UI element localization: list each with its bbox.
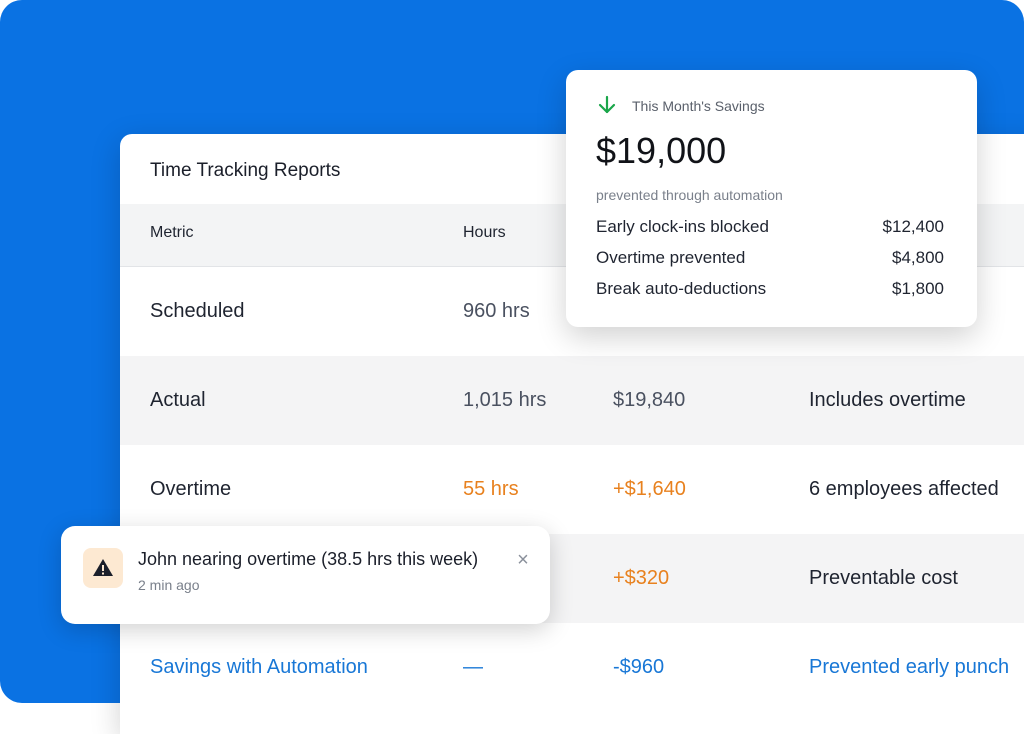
savings-amount: $19,000 bbox=[596, 130, 727, 171]
savings-item-label: Early clock-ins blocked bbox=[596, 217, 769, 236]
row-cost: $19,840 bbox=[613, 389, 686, 411]
savings-breakdown-item: Overtime prevented $4,800 bbox=[596, 248, 944, 268]
row-hours: 1,015 hrs bbox=[463, 389, 547, 411]
row-cost: +$1,640 bbox=[613, 478, 686, 500]
savings-label: This Month's Savings bbox=[632, 98, 765, 114]
savings-item-value: $1,800 bbox=[892, 279, 944, 298]
arrow-down-icon bbox=[598, 95, 616, 114]
row-cost: +$320 bbox=[613, 567, 670, 589]
row-cost: -$960 bbox=[613, 656, 665, 678]
report-title: Time Tracking Reports bbox=[150, 160, 341, 181]
row-hours: — bbox=[463, 656, 483, 678]
close-icon[interactable]: × bbox=[513, 550, 533, 570]
monthly-savings-card: This Month's Savings $19,000 prevented t… bbox=[566, 70, 977, 327]
toast-message: John nearing overtime (38.5 hrs this wee… bbox=[138, 549, 479, 569]
warning-icon bbox=[93, 559, 113, 576]
row-metric: Overtime bbox=[150, 478, 232, 500]
column-header-metric: Metric bbox=[150, 224, 194, 241]
warning-icon-badge bbox=[83, 548, 123, 588]
savings-item-value: $12,400 bbox=[882, 217, 944, 236]
table-row: Actual 1,015 hrs $19,840 Includes overti… bbox=[120, 356, 1024, 445]
row-metric: Actual bbox=[150, 389, 206, 411]
savings-item-value: $4,800 bbox=[892, 248, 944, 267]
savings-item-label: Break auto-deductions bbox=[596, 279, 767, 298]
row-note: 6 employees affected bbox=[809, 478, 999, 500]
savings-breakdown-item: Early clock-ins blocked $12,400 bbox=[596, 217, 944, 237]
row-metric: Scheduled bbox=[150, 300, 245, 322]
row-note: Prevented early punch bbox=[809, 656, 1010, 678]
overtime-alert-toast[interactable]: John nearing overtime (38.5 hrs this wee… bbox=[61, 526, 550, 624]
savings-subtitle: prevented through automation bbox=[596, 187, 783, 203]
savings-breakdown-item: Break auto-deductions $1,800 bbox=[596, 279, 944, 299]
row-metric: Savings with Automation bbox=[150, 656, 368, 678]
column-header-hours: Hours bbox=[463, 224, 506, 241]
table-row: Overtime 55 hrs +$1,640 6 employees affe… bbox=[120, 445, 1024, 534]
savings-item-label: Overtime prevented bbox=[596, 248, 746, 267]
row-note: Preventable cost bbox=[809, 567, 958, 589]
table-row: Savings with Automation — -$960 Prevente… bbox=[120, 623, 1024, 712]
row-hours: 55 hrs bbox=[463, 478, 519, 500]
toast-timestamp: 2 min ago bbox=[138, 577, 200, 593]
row-note: Includes overtime bbox=[809, 389, 966, 411]
row-hours: 960 hrs bbox=[463, 300, 530, 322]
